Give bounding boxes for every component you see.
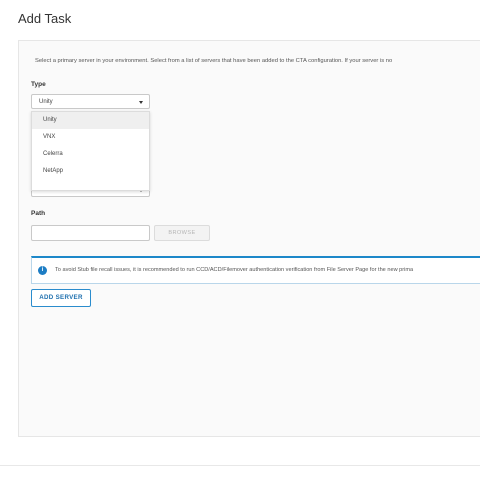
page-title: Add Task: [18, 11, 72, 26]
browse-button[interactable]: BROWSE: [154, 225, 210, 241]
type-label: Type: [31, 81, 46, 88]
path-label: Path: [31, 210, 46, 217]
type-select-value: Unity: [39, 99, 53, 105]
type-option-celerra[interactable]: Celerra: [32, 146, 149, 163]
add-task-panel: Select a primary server in your environm…: [18, 40, 480, 437]
type-dropdown-menu: Unity VNX Celerra NetApp: [31, 111, 150, 191]
info-text: To avoid Stub file recall issues, it is …: [55, 267, 414, 273]
info-icon: i: [38, 266, 47, 275]
type-option-netapp[interactable]: NetApp: [32, 163, 149, 180]
path-input[interactable]: [31, 225, 150, 241]
info-banner: i To avoid Stub file recall issues, it i…: [31, 256, 480, 284]
type-option-vnx[interactable]: VNX: [32, 129, 149, 146]
chevron-down-icon: [139, 101, 143, 104]
intro-text: Select a primary server in your environm…: [35, 58, 393, 64]
footer-divider: [0, 465, 480, 466]
add-server-button[interactable]: ADD SERVER: [31, 289, 91, 307]
type-option-unity[interactable]: Unity: [32, 112, 149, 129]
type-select[interactable]: Unity: [31, 94, 150, 109]
